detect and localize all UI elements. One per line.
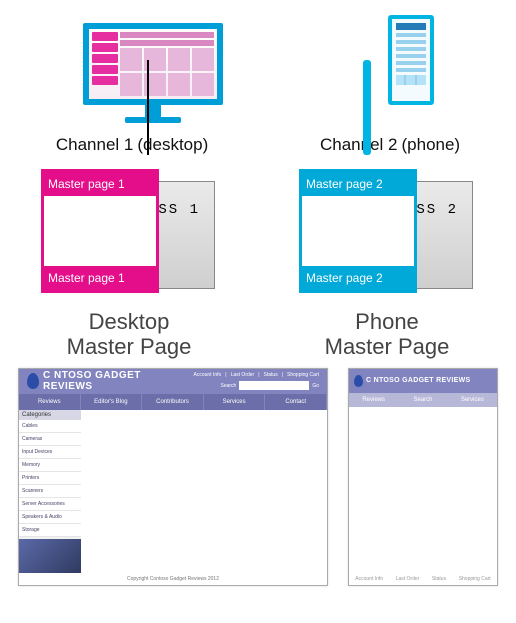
phone-device-icon [388, 15, 434, 105]
master-1-bottom: Master page 1 [44, 266, 156, 290]
channel-label-desktop: Channel 1 (desktop) [56, 135, 208, 155]
sidebar-item[interactable]: Speakers & Audio [19, 511, 81, 524]
master-card-2: Master page 2 Master page 2 [299, 169, 417, 293]
sidebar-header: Categories [19, 410, 81, 420]
channel-2-suffix: (phone) [402, 135, 461, 155]
master-card-1: Master page 1 Master page 1 [41, 169, 159, 293]
master-1-top: Master page 1 [44, 172, 156, 196]
sidebar-item[interactable]: Printers [19, 472, 81, 485]
channel-label-phone: Channel 2 (phone) [320, 135, 460, 155]
nav-contact[interactable]: Contact [265, 394, 327, 410]
nav-services[interactable]: Services [204, 394, 266, 410]
sidebar-item[interactable]: Input Devices [19, 446, 81, 459]
connector-line-desktop [147, 60, 149, 155]
sidebar-product-image [19, 539, 81, 573]
sidebar-item[interactable]: Storage [19, 524, 81, 537]
nav-reviews[interactable]: Reviews [19, 394, 81, 410]
desktop-search: Search Go [220, 381, 319, 390]
title-desktop-master-page: DesktopMaster Page [67, 309, 192, 360]
sidebar-item[interactable]: Memory [19, 459, 81, 472]
nav-contributors[interactable]: Contributors [142, 394, 204, 410]
master-2-bottom: Master page 2 [302, 266, 414, 290]
title-phone-master-page: PhoneMaster Page [325, 309, 450, 360]
phone-footer: Account Info Last Order Status Shopping … [349, 573, 497, 585]
master-2-top: Master page 2 [302, 172, 414, 196]
stack-phone: CSS 2 Master page 2 Master page 2 [287, 169, 487, 299]
stack-desktop: CSS 1 Master page 1 Master page 1 [29, 169, 229, 299]
nav-editors-blog[interactable]: Editor's Blog [81, 394, 143, 410]
desktop-monitor-icon [83, 23, 223, 105]
channel-1-text: Channel 1 [56, 135, 134, 155]
sidebar-item[interactable]: Scanners [19, 485, 81, 498]
search-label: Search [220, 383, 236, 389]
phone-page-preview: C NTOSO GADGET REVIEWS Reviews Search Se… [348, 368, 498, 586]
ribbon-icon [354, 375, 363, 387]
search-input[interactable] [239, 381, 309, 390]
sidebar-item[interactable]: Cables [19, 420, 81, 433]
desktop-footer: Copyright Contoso Gadget Reviews 2012 [19, 573, 327, 585]
desktop-logo: C NTOSO GADGET REVIEWS [27, 370, 193, 392]
sidebar-item[interactable]: Cameras [19, 433, 81, 446]
desktop-brand: C NTOSO GADGET REVIEWS [43, 370, 194, 392]
desktop-header-links: Account Info| Last Order| Status| Shoppi… [193, 372, 319, 378]
phone-brand: C NTOSO GADGET REVIEWS [366, 377, 470, 384]
sidebar-item[interactable]: Server Accessories [19, 498, 81, 511]
phone-nav-services[interactable]: Services [448, 393, 497, 407]
desktop-nav: Reviews Editor's Blog Contributors Servi… [19, 394, 327, 410]
go-label[interactable]: Go [312, 383, 319, 389]
phone-nav: Reviews Search Services [349, 393, 497, 407]
desktop-content-area [81, 410, 327, 573]
connector-line-phone [363, 60, 371, 155]
phone-nav-search[interactable]: Search [398, 393, 447, 407]
desktop-page-preview: C NTOSO GADGET REVIEWS Account Info| Las… [18, 368, 328, 586]
ribbon-icon [27, 373, 39, 389]
phone-content-area [349, 407, 497, 573]
desktop-header: C NTOSO GADGET REVIEWS Account Info| Las… [19, 369, 327, 394]
desktop-sidebar: Categories Cables Cameras Input Devices … [19, 410, 81, 573]
phone-header: C NTOSO GADGET REVIEWS [349, 369, 497, 393]
channel-2-text: Channel 2 [320, 135, 398, 155]
phone-nav-reviews[interactable]: Reviews [349, 393, 398, 407]
